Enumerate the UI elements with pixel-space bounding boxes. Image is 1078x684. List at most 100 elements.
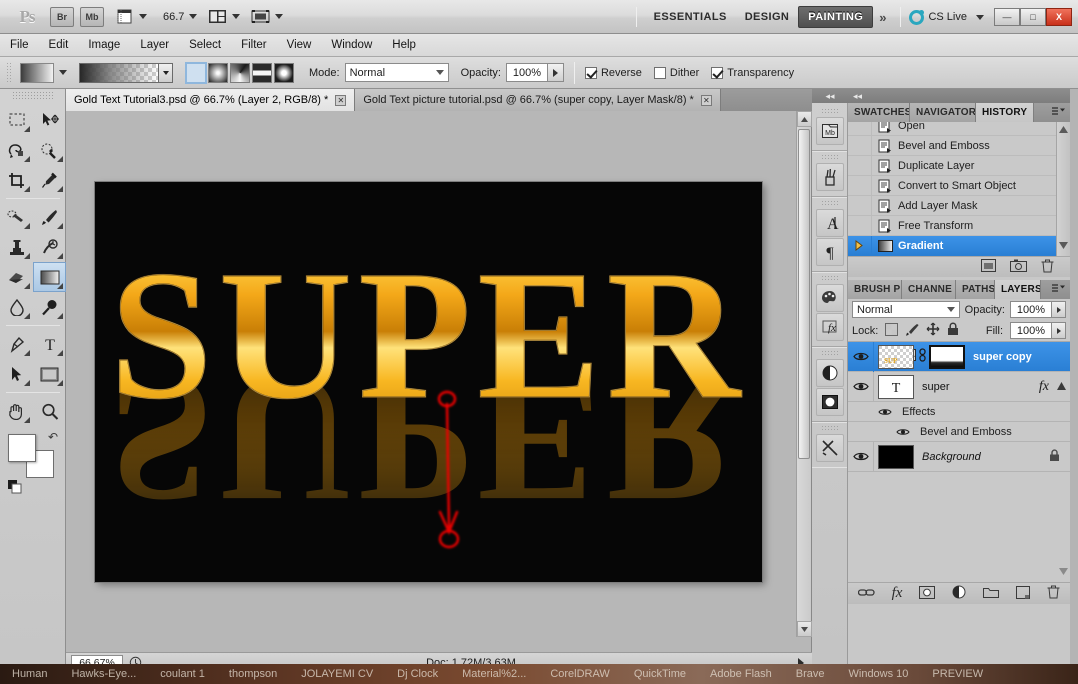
layer-row-super-copy[interactable]: SUP super copy xyxy=(848,342,1070,372)
document-tab-2[interactable]: Gold Text picture tutorial.psd @ 66.7% (… xyxy=(355,89,721,111)
masks-icon[interactable] xyxy=(815,388,844,416)
layer-blend-mode-select[interactable]: Normal xyxy=(852,301,960,318)
history-source-checkbox[interactable] xyxy=(848,122,872,136)
restore-button[interactable]: □ xyxy=(1020,8,1046,26)
layer-effects-fx-icon[interactable]: fx xyxy=(1039,379,1049,395)
color-palette-icon[interactable] xyxy=(815,284,844,312)
history-state-bevel-and-emboss[interactable]: Bevel and Emboss xyxy=(848,135,1070,156)
menu-view[interactable]: View xyxy=(277,36,322,54)
opacity-stepper[interactable] xyxy=(547,63,564,82)
mini-bridge-icon[interactable]: Mb xyxy=(815,117,844,145)
layer-fill-input[interactable]: 100% xyxy=(1010,322,1052,339)
tab-history[interactable]: HISTORY xyxy=(976,103,1034,122)
layer-mask-thumbnail[interactable] xyxy=(929,344,965,369)
minimize-button[interactable]: — xyxy=(994,8,1020,26)
quick-selection-tool[interactable] xyxy=(33,135,66,165)
workspace-painting[interactable]: PAINTING xyxy=(798,6,874,28)
close-icon[interactable]: ✕ xyxy=(335,94,347,106)
tab-swatches[interactable]: SWATCHES xyxy=(848,103,910,122)
lock-all-icon[interactable] xyxy=(947,322,959,339)
eyedropper-tool[interactable] xyxy=(33,165,66,195)
gradient-preset-chevron-down-icon[interactable] xyxy=(59,70,67,75)
menu-filter[interactable]: Filter xyxy=(231,36,277,54)
history-state-open[interactable]: Open xyxy=(848,122,1070,136)
taskbar-item[interactable]: CorelDRAW xyxy=(538,668,622,680)
image-canvas[interactable]: SUPER SUPER SUPER xyxy=(95,182,762,582)
layer-thumbnail[interactable] xyxy=(878,444,914,469)
zoom-chevron-down-icon[interactable] xyxy=(189,14,198,19)
menu-edit[interactable]: Edit xyxy=(39,36,79,54)
new-layer-icon[interactable] xyxy=(1016,585,1031,602)
taskbar-item[interactable]: Hawks-Eye... xyxy=(59,668,148,680)
history-source-checkbox[interactable] xyxy=(848,175,872,196)
tab-channels[interactable]: CHANNE xyxy=(902,280,956,299)
workspace-design[interactable]: DESIGN xyxy=(736,7,799,27)
spot-healing-brush-tool[interactable] xyxy=(0,202,33,232)
history-panel-menu-icon[interactable] xyxy=(1051,106,1067,119)
taskbar-item[interactable]: JOLAYEMI CV xyxy=(289,668,385,680)
menu-window[interactable]: Window xyxy=(321,36,382,54)
horizontal-type-tool[interactable]: T xyxy=(33,329,66,359)
canvas-vertical-scrollbar[interactable] xyxy=(796,111,812,637)
crop-tool[interactable] xyxy=(0,165,33,195)
gradient-tool[interactable] xyxy=(33,262,66,292)
expand-dock-button[interactable]: ◂◂ xyxy=(812,89,848,103)
layer-visibility-icon[interactable] xyxy=(848,371,874,402)
taskbar-item[interactable]: Adobe Flash xyxy=(698,668,784,680)
foreground-color-swatch[interactable] xyxy=(8,434,36,462)
link-layers-icon[interactable] xyxy=(857,587,875,601)
layer-visibility-icon[interactable] xyxy=(848,441,874,472)
effect-visibility-icon[interactable] xyxy=(892,427,914,437)
styles-fx-icon[interactable]: fx xyxy=(815,313,844,341)
paragraph-icon[interactable]: ¶ xyxy=(815,238,844,266)
swap-colors-icon[interactable]: ↶ xyxy=(48,430,58,444)
reverse-checkbox[interactable]: Reverse xyxy=(584,66,642,79)
scroll-down-icon[interactable] xyxy=(1059,240,1068,252)
hand-tool[interactable] xyxy=(0,396,33,426)
tab-layers[interactable]: LAYERS xyxy=(995,280,1041,299)
history-states-list[interactable]: Open Bevel and Emboss Duplicate Layer Co… xyxy=(848,122,1070,256)
adjustments-icon[interactable] xyxy=(815,359,844,387)
layer-mask-link-icon[interactable] xyxy=(918,348,927,365)
delete-layer-icon[interactable] xyxy=(1047,585,1060,602)
layer-row-bevel-and-emboss[interactable]: Bevel and Emboss xyxy=(848,422,1070,442)
layer-row-background[interactable]: Background xyxy=(848,441,1070,472)
transparency-checkbox[interactable]: Transparency xyxy=(711,66,794,79)
document-tab-1[interactable]: Gold Text Tutorial3.psd @ 66.7% (Layer 2… xyxy=(66,89,356,111)
lasso-tool[interactable] xyxy=(0,135,33,165)
history-source-checkbox[interactable] xyxy=(848,215,872,236)
lock-image-pixels-icon[interactable] xyxy=(905,323,919,339)
taskbar-item[interactable]: Material%2... xyxy=(450,668,538,680)
history-source-checkbox[interactable] xyxy=(848,155,872,176)
history-source-checkbox[interactable] xyxy=(848,235,872,256)
brush-presets-icon[interactable] xyxy=(815,163,844,191)
close-icon[interactable]: ✕ xyxy=(700,94,712,106)
layer-row-super[interactable]: T super fx xyxy=(848,371,1070,402)
taskbar-item[interactable]: thompson xyxy=(217,668,289,680)
character-icon[interactable]: A xyxy=(815,209,844,237)
layers-panel-menu-icon[interactable] xyxy=(1051,283,1067,296)
expand-effects-chevron-up-icon[interactable] xyxy=(1057,381,1066,393)
layers-scroll-down-icon[interactable] xyxy=(1056,566,1070,578)
taskbar-item[interactable]: Brave xyxy=(784,668,837,680)
taskbar-item[interactable]: Dj Clock xyxy=(385,668,450,680)
menu-image[interactable]: Image xyxy=(78,36,130,54)
blend-mode-select[interactable]: Normal xyxy=(344,63,449,82)
history-state-convert-to-smart-object[interactable]: Convert to Smart Object xyxy=(848,175,1070,196)
history-scrollbar[interactable] xyxy=(1056,122,1070,256)
layer-thumbnail[interactable]: T xyxy=(878,374,914,399)
tab-paths[interactable]: PATHS xyxy=(956,280,995,299)
arrange-documents-control[interactable] xyxy=(207,8,241,26)
default-colors-icon[interactable] xyxy=(8,480,22,494)
history-state-gradient[interactable]: Gradient xyxy=(848,235,1070,256)
diamond-gradient-button[interactable] xyxy=(274,62,294,83)
dock-grip[interactable] xyxy=(821,200,838,207)
dock-grip[interactable] xyxy=(821,425,838,432)
path-selection-tool[interactable] xyxy=(0,359,33,389)
blur-tool[interactable] xyxy=(0,292,33,322)
gradient-picker-button[interactable] xyxy=(159,62,173,83)
history-brush-tool[interactable] xyxy=(33,232,66,262)
add-layer-mask-icon[interactable] xyxy=(919,585,936,602)
menu-layer[interactable]: Layer xyxy=(130,36,179,54)
layer-opacity-input[interactable]: 100% xyxy=(1010,301,1052,318)
